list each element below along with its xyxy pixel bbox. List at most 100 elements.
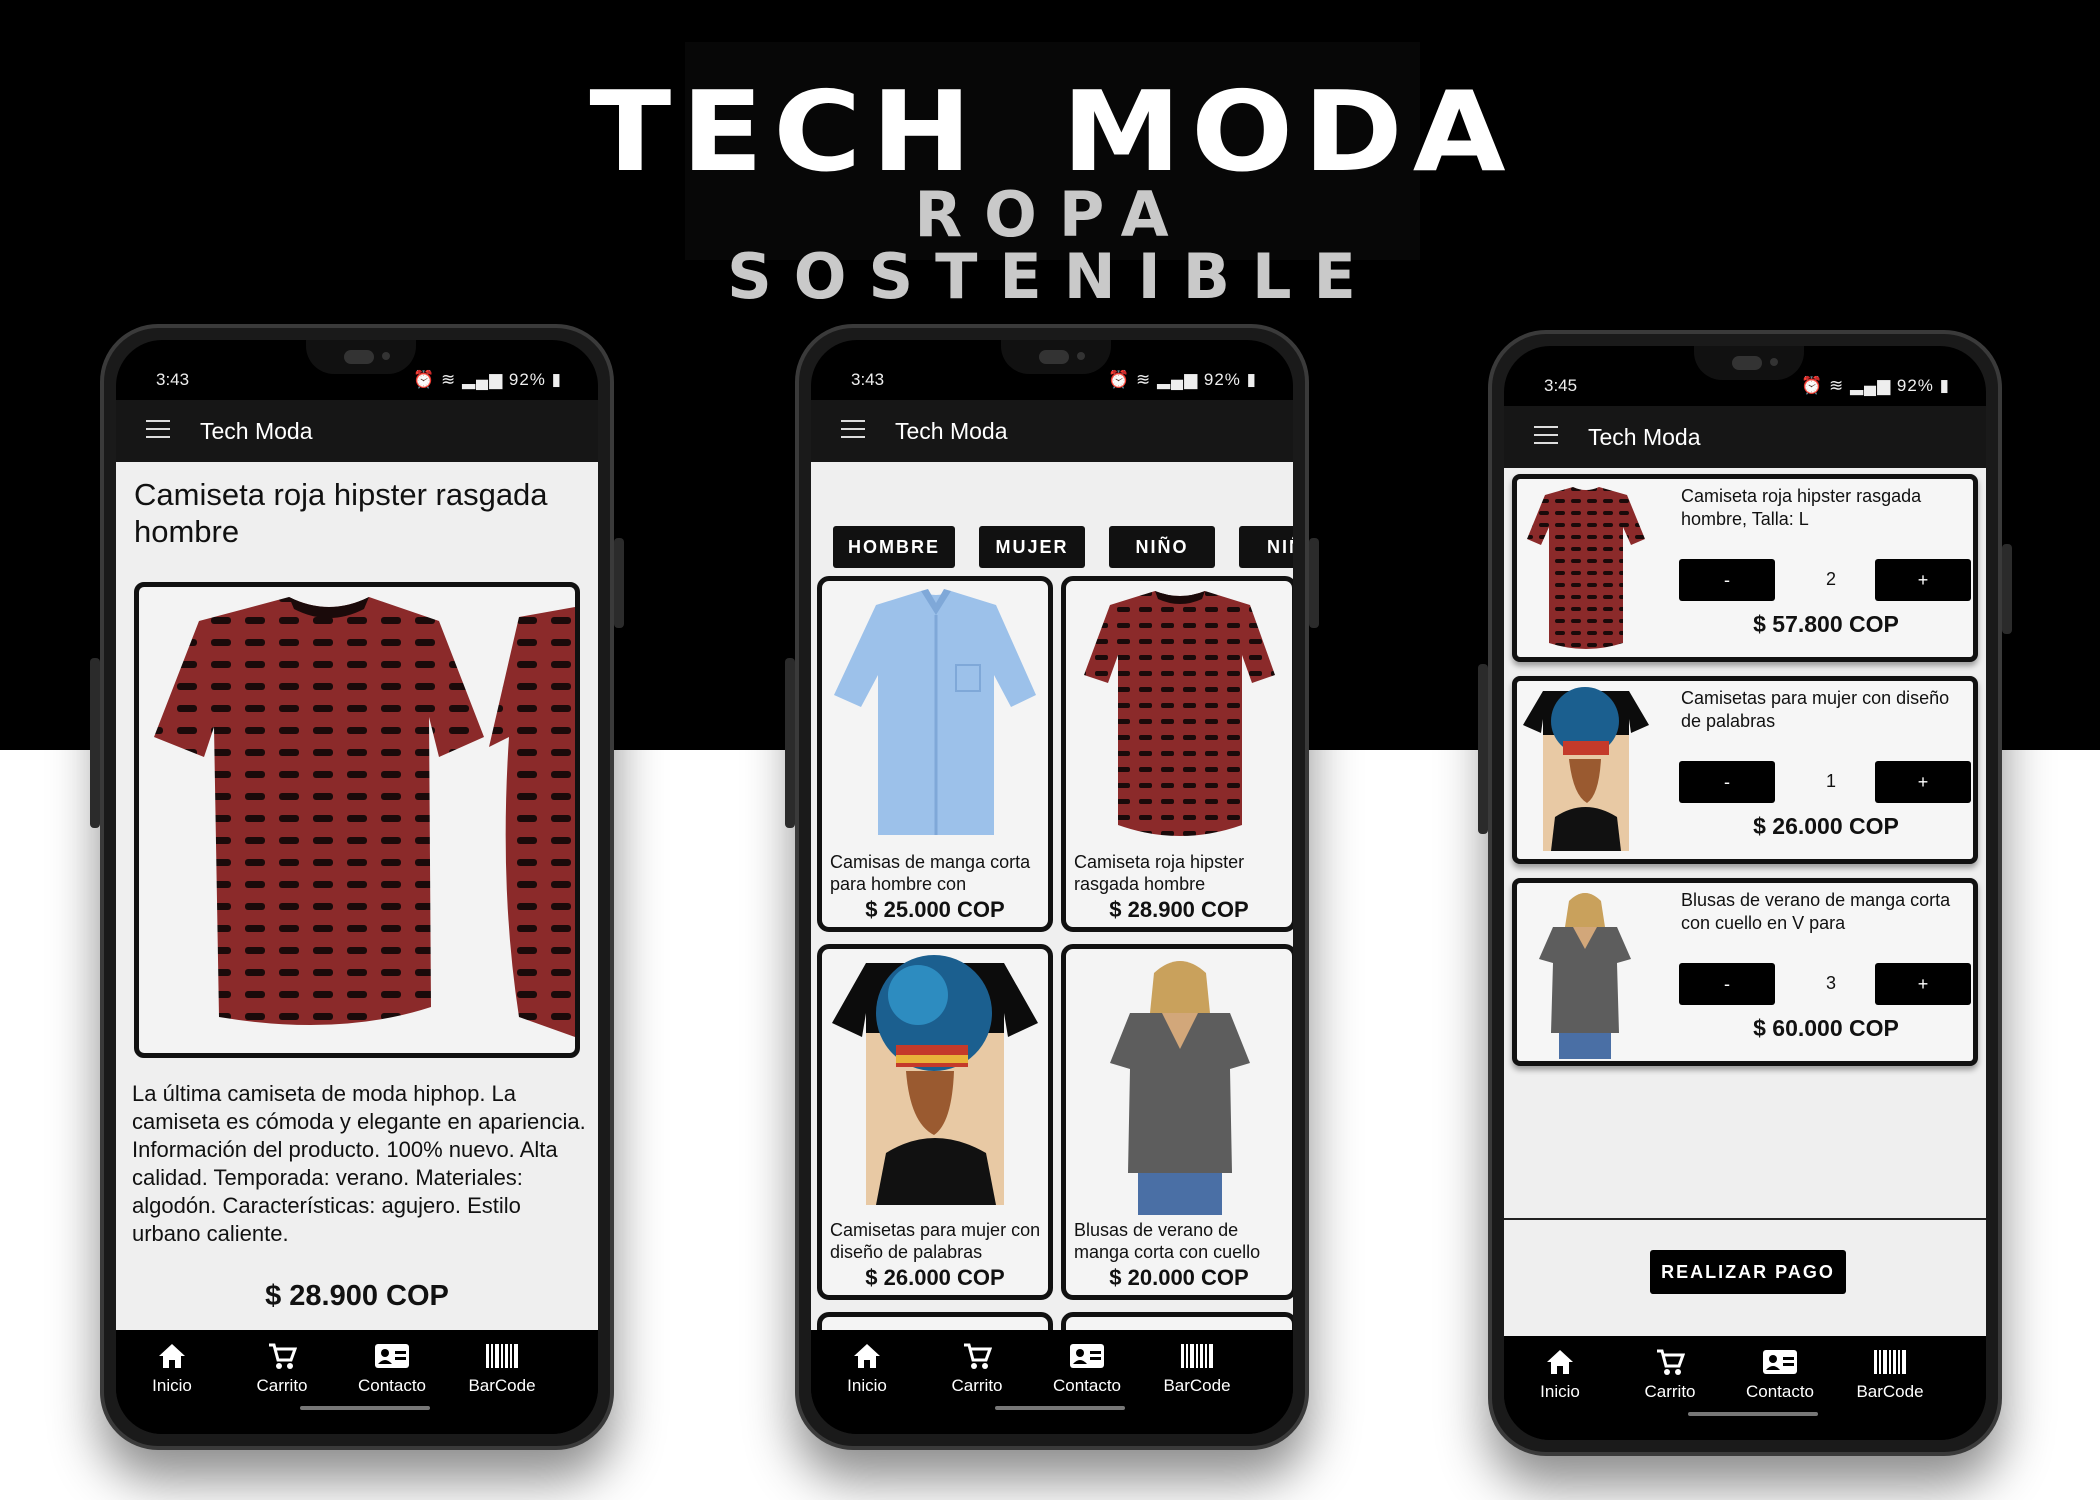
chip-hombre[interactable]: HOMBRE (833, 526, 955, 568)
barcode-icon (1181, 1344, 1213, 1368)
camera-notch (1694, 346, 1804, 380)
cart-content: Camiseta roja hipster rasgada hombre, Ta… (1504, 468, 1986, 1336)
camera-notch (306, 340, 416, 374)
nav-carrito[interactable]: Carrito (1620, 1348, 1720, 1402)
cart-item: Camisetas para mujer con diseño de palab… (1512, 676, 1978, 864)
nav-contacto[interactable]: Contacto (1037, 1342, 1137, 1396)
nav-barcode[interactable]: BarCode (1147, 1342, 1247, 1396)
product-price: $ 26.000 COP (865, 1265, 1005, 1290)
nav-label: BarCode (1856, 1382, 1924, 1401)
grey-blouse-image (1110, 961, 1250, 1215)
status-time: 3:45 (1544, 376, 1578, 395)
nav-carrito[interactable]: Carrito (927, 1342, 1027, 1396)
product-price: $ 20.000 COP (1109, 1265, 1249, 1290)
product-card[interactable]: Blusas de verano de manga corta con cuel… (1061, 944, 1293, 1300)
nav-inicio[interactable]: Inicio (122, 1342, 222, 1396)
nav-contacto[interactable]: Contacto (342, 1342, 442, 1396)
catalog-content: HOMBRE MUJER NIÑO NIÑ Camisas de manga c… (811, 462, 1293, 1330)
product-image (134, 582, 580, 1058)
cart-icon (269, 1343, 297, 1369)
home-icon (854, 1344, 880, 1368)
nav-carrito[interactable]: Carrito (232, 1342, 332, 1396)
status-battery: 92% (1203, 370, 1241, 389)
blue-shirt-image (834, 589, 1036, 835)
nav-barcode[interactable]: BarCode (1840, 1348, 1940, 1402)
nav-label: Inicio (847, 1376, 887, 1395)
hamburger-menu-icon[interactable] (841, 420, 865, 440)
phone-product-detail: 3:43 ⏰ ≋ ▂▄▆ 92% ▮ Tech Moda Camiseta ro… (90, 324, 624, 1450)
cart-item: Blusas de verano de manga corta con cuel… (1512, 878, 1978, 1066)
red-shirt-image (154, 597, 575, 1037)
hamburger-menu-icon[interactable] (146, 420, 170, 440)
gesture-bar[interactable] (995, 1406, 1125, 1410)
app-title: Tech Moda (1588, 424, 1701, 450)
increase-qty-button[interactable]: + (1875, 559, 1971, 601)
status-time: 3:43 (156, 370, 190, 389)
nav-label: Inicio (1540, 1382, 1580, 1401)
nav-inicio[interactable]: Inicio (1510, 1348, 1610, 1402)
bottom-navigation: Inicio Carrito Contacto BarCode (811, 1330, 1293, 1434)
women-printed-shirt-image (1523, 687, 1649, 851)
decrease-qty-button[interactable]: - (1679, 963, 1775, 1005)
cart-item-price: $ 26.000 COP (1753, 813, 1899, 839)
product-card[interactable] (1061, 1312, 1293, 1330)
cart-item-price: $ 60.000 COP (1753, 1015, 1899, 1041)
brand-logo: TECH MODA ROPA SOSTENIBLE (589, 42, 1506, 308)
category-chips: HOMBRE MUJER NIÑO NIÑ (833, 526, 1293, 570)
bottom-navigation: Inicio Carrito Contacto BarCode (1504, 1336, 1986, 1440)
product-card[interactable]: Camiseta roja hipster rasgada hombre $ 2… (1061, 576, 1293, 932)
hamburger-menu-icon[interactable] (1534, 426, 1558, 446)
home-icon (1547, 1350, 1573, 1374)
decrease-qty-button[interactable]: - (1679, 761, 1775, 803)
chip-nino[interactable]: NIÑO (1109, 526, 1215, 568)
brand-title: TECH MODA (589, 73, 1505, 193)
increase-qty-button[interactable]: + (1875, 963, 1971, 1005)
contact-card-icon (1763, 1350, 1797, 1374)
nav-label: BarCode (1163, 1376, 1231, 1395)
barcode-icon (1874, 1350, 1906, 1374)
product-price: $ 28.900 COP (265, 1280, 449, 1312)
cart-item-price: $ 57.800 COP (1753, 611, 1899, 637)
product-name: Camisetas para mujer con diseño de palab… (830, 1220, 1041, 1262)
app-title: Tech Moda (895, 418, 1008, 444)
nav-label: Carrito (951, 1376, 1003, 1395)
gesture-bar[interactable] (300, 1406, 430, 1410)
cart-icon (964, 1343, 992, 1369)
nav-inicio[interactable]: Inicio (817, 1342, 917, 1396)
checkout-button[interactable]: REALIZAR PAGO (1650, 1250, 1846, 1294)
gesture-bar[interactable] (1688, 1412, 1818, 1416)
nav-contacto[interactable]: Contacto (1730, 1348, 1830, 1402)
nav-label: Carrito (1644, 1382, 1696, 1401)
cart-item-name: Camiseta roja hipster rasgada hombre, Ta… (1681, 486, 1922, 529)
product-card[interactable]: Camisetas para mujer con diseño de palab… (817, 944, 1053, 1300)
contact-card-icon (1070, 1344, 1104, 1368)
app-bar: Tech Moda (811, 400, 1293, 462)
app-bar: Tech Moda (1504, 406, 1986, 468)
decrease-qty-button[interactable]: - (1679, 559, 1775, 601)
screen: 3:43 ⏰ ≋ ▂▄▆ 92% ▮ Tech Moda Camiseta ro… (116, 340, 598, 1434)
nav-label: Contacto (1052, 1376, 1122, 1395)
phone-catalog: 3:43 ⏰ ≋ ▂▄▆ 92% ▮ Tech Moda HOMBRE MUJE… (785, 324, 1319, 1450)
screen: 3:43 ⏰ ≋ ▂▄▆ 92% ▮ Tech Moda HOMBRE MUJE… (811, 340, 1293, 1434)
item-quantity: 1 (1825, 771, 1836, 791)
women-printed-shirt-image (832, 955, 1038, 1205)
cart-item-name: Blusas de verano de manga corta con cuel… (1681, 890, 1951, 933)
cart-icon (1657, 1349, 1685, 1375)
product-name: Camisas de manga corta para hombre con (830, 852, 1031, 894)
cart-item-name: Camisetas para mujer con diseño de palab… (1681, 688, 1950, 731)
status-icons: ⏰ ≋ ▂▄▆ 92% ▮ (1108, 370, 1257, 389)
status-time: 3:43 (851, 370, 885, 389)
chip-nina[interactable]: NIÑ (1239, 526, 1293, 568)
nav-barcode[interactable]: BarCode (452, 1342, 552, 1396)
product-detail-content: Camiseta roja hipster rasgada hombre La … (116, 462, 598, 1330)
product-price: $ 28.900 COP (1109, 897, 1249, 922)
brand-name-right: MODA (1061, 68, 1516, 197)
chip-mujer[interactable]: MUJER (979, 526, 1085, 568)
brand-name-left: TECH (589, 68, 982, 197)
product-card[interactable] (817, 1312, 1053, 1330)
item-quantity: 3 (1825, 973, 1836, 993)
product-title: Camiseta roja hipster rasgada hombre (134, 477, 548, 549)
increase-qty-button[interactable]: + (1875, 761, 1971, 803)
product-card[interactable]: Camisas de manga corta para hombre con $… (817, 576, 1053, 932)
app-bar: Tech Moda (116, 400, 598, 462)
